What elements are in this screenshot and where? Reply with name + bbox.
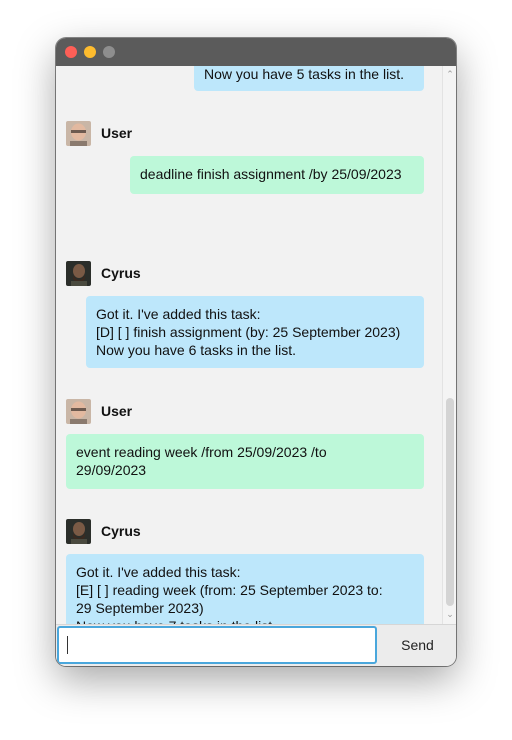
bot-message-bubble: Now you have 5 tasks in the list. (194, 66, 424, 91)
message-input[interactable] (57, 626, 377, 664)
user-avatar (66, 120, 91, 146)
message-sender: Cyrus (66, 518, 141, 544)
scroll-down-arrow-icon[interactable]: ⌄ (446, 610, 454, 619)
scroll-up-arrow-icon[interactable]: ⌃ (446, 70, 454, 79)
chat-scroll-pane[interactable]: Now you have 5 tasks in the list. User d… (56, 66, 442, 624)
cyrus-avatar (66, 518, 91, 544)
user-message-bubble: event reading week /from 25/09/2023 /to … (66, 434, 424, 489)
cyrus-avatar (66, 260, 91, 286)
user-message-bubble: deadline finish assignment /by 25/09/202… (130, 156, 424, 194)
scrollbar-thumb[interactable] (446, 398, 454, 606)
minimize-window-button[interactable] (84, 46, 96, 58)
send-button[interactable]: Send (380, 626, 455, 664)
vertical-scrollbar[interactable]: ⌃ ⌄ (442, 66, 456, 624)
sender-name: User (101, 403, 133, 419)
app-window: Now you have 5 tasks in the list. User d… (56, 38, 456, 666)
sender-name: Cyrus (101, 523, 141, 539)
sender-name: Cyrus (101, 265, 141, 281)
input-bar: Send (56, 624, 456, 666)
bot-message-bubble: Got it. I've added this task: [E] [ ] re… (66, 554, 424, 624)
message-sender: Cyrus (66, 260, 141, 286)
title-bar (56, 38, 456, 66)
user-avatar (66, 398, 91, 424)
zoom-window-button[interactable] (103, 46, 115, 58)
close-window-button[interactable] (65, 46, 77, 58)
sender-name: User (101, 125, 133, 141)
message-sender: User (66, 398, 132, 424)
text-caret (67, 636, 68, 654)
message-sender: User (66, 120, 132, 146)
bot-message-bubble: Got it. I've added this task: [D] [ ] fi… (86, 296, 424, 368)
